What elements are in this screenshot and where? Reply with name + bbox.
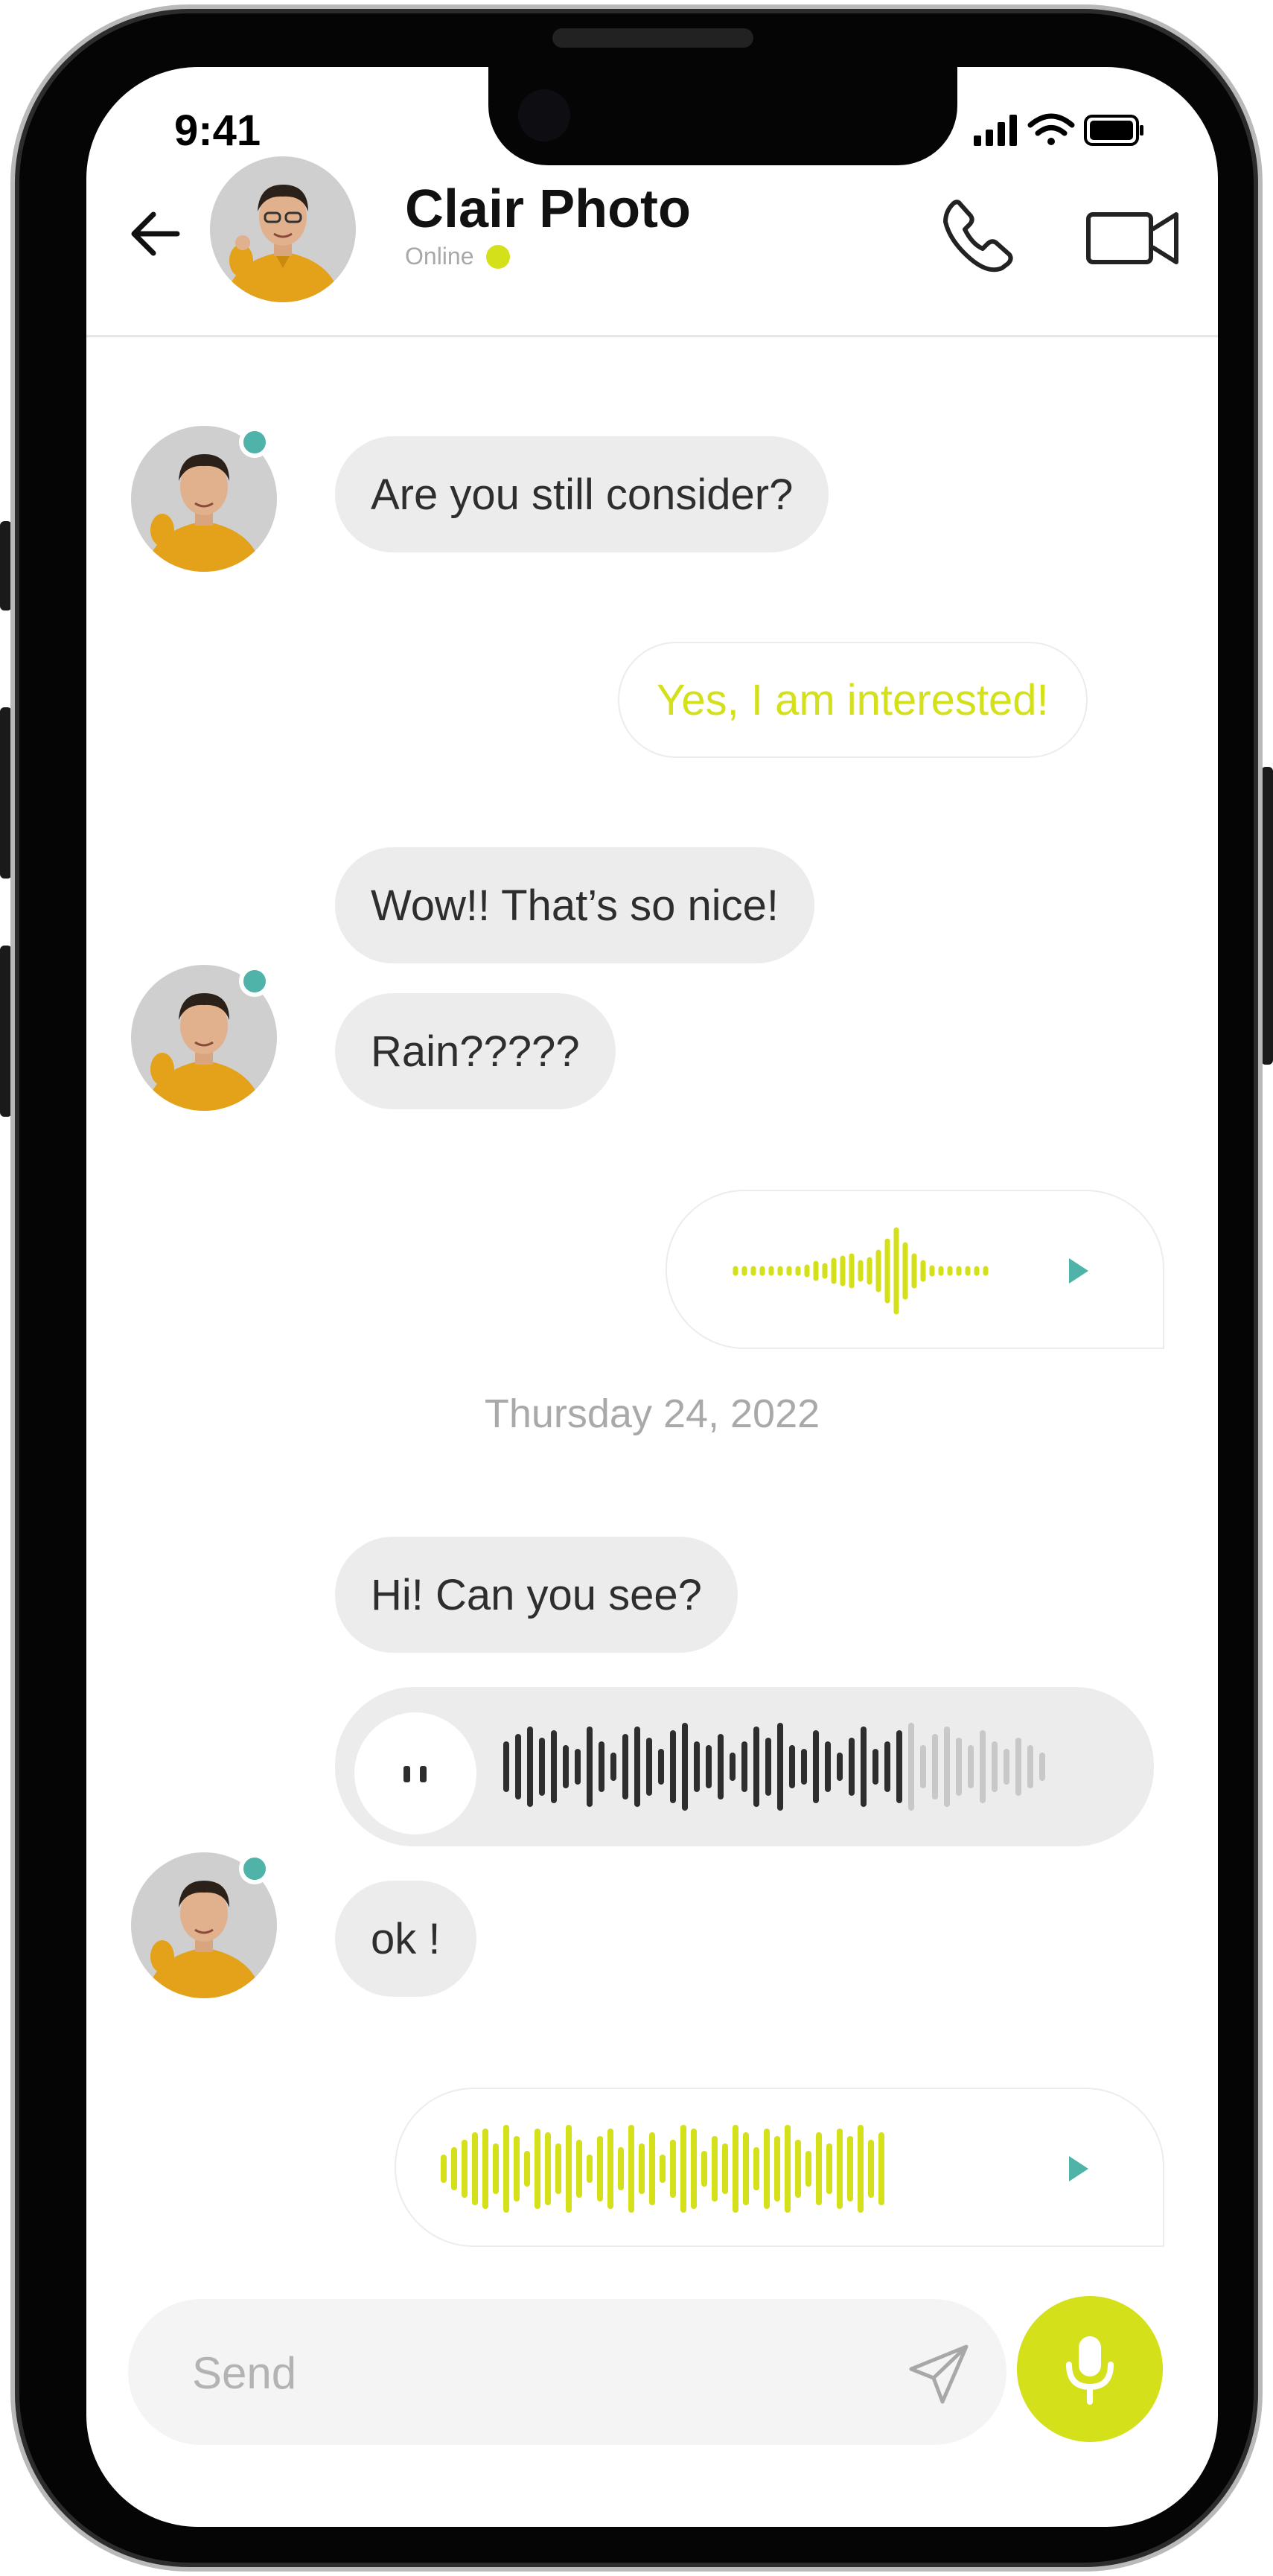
message-composer [128, 2299, 1006, 2445]
date-separator: Thursday 24, 2022 [484, 1391, 820, 1436]
avatar [131, 965, 277, 1111]
send-icon[interactable] [905, 2341, 972, 2408]
pause-button[interactable] [354, 1712, 476, 1834]
online-status-text: Online [405, 243, 474, 270]
notch [488, 67, 957, 165]
message-input[interactable] [191, 2329, 849, 2417]
online-dot [485, 244, 510, 269]
incoming-message: Hi! Can you see? [335, 1537, 738, 1653]
back-arrow-icon[interactable] [125, 204, 185, 264]
voice-message[interactable] [335, 1687, 1154, 1846]
incoming-message: Wow!! That’s so nice! [335, 847, 815, 963]
microphone-icon [1066, 2336, 1114, 2405]
status-icons [974, 113, 1143, 146]
battery-icon [1084, 115, 1143, 146]
power-button [1261, 767, 1273, 1065]
play-icon [1069, 2156, 1088, 2181]
play-icon [1069, 1258, 1088, 1284]
phone-icon[interactable] [937, 194, 1018, 275]
wifi-icon [1027, 113, 1075, 145]
incoming-message: Are you still consider? [335, 436, 829, 552]
earpiece-speaker [552, 28, 753, 48]
avatar[interactable] [210, 156, 356, 302]
avatar [131, 426, 277, 572]
pause-icon [403, 1766, 427, 1782]
avatar [131, 1852, 277, 1998]
contact-name: Clair Photo [405, 179, 692, 239]
incoming-message: Rain????? [335, 993, 616, 1109]
status-time: 9:41 [174, 106, 261, 155]
outgoing-message: Yes, I am interested! [618, 642, 1088, 758]
voice-message[interactable] [666, 1190, 1164, 1349]
waveform [733, 1227, 1088, 1315]
voice-message[interactable] [395, 2088, 1164, 2247]
waveform [441, 2125, 1088, 2213]
phone-frame: 9:41 Clair Photo Online Are you still co… [10, 4, 1263, 2572]
online-status: Online [405, 243, 510, 270]
chat-screen: 9:41 Clair Photo Online Are you still co… [86, 67, 1218, 2527]
header-divider [86, 335, 1218, 337]
incoming-message: ok ! [335, 1881, 476, 1997]
microphone-button[interactable] [1017, 2296, 1163, 2442]
front-camera [518, 89, 570, 141]
signal-icon [974, 115, 1017, 146]
video-icon[interactable] [1084, 201, 1181, 275]
